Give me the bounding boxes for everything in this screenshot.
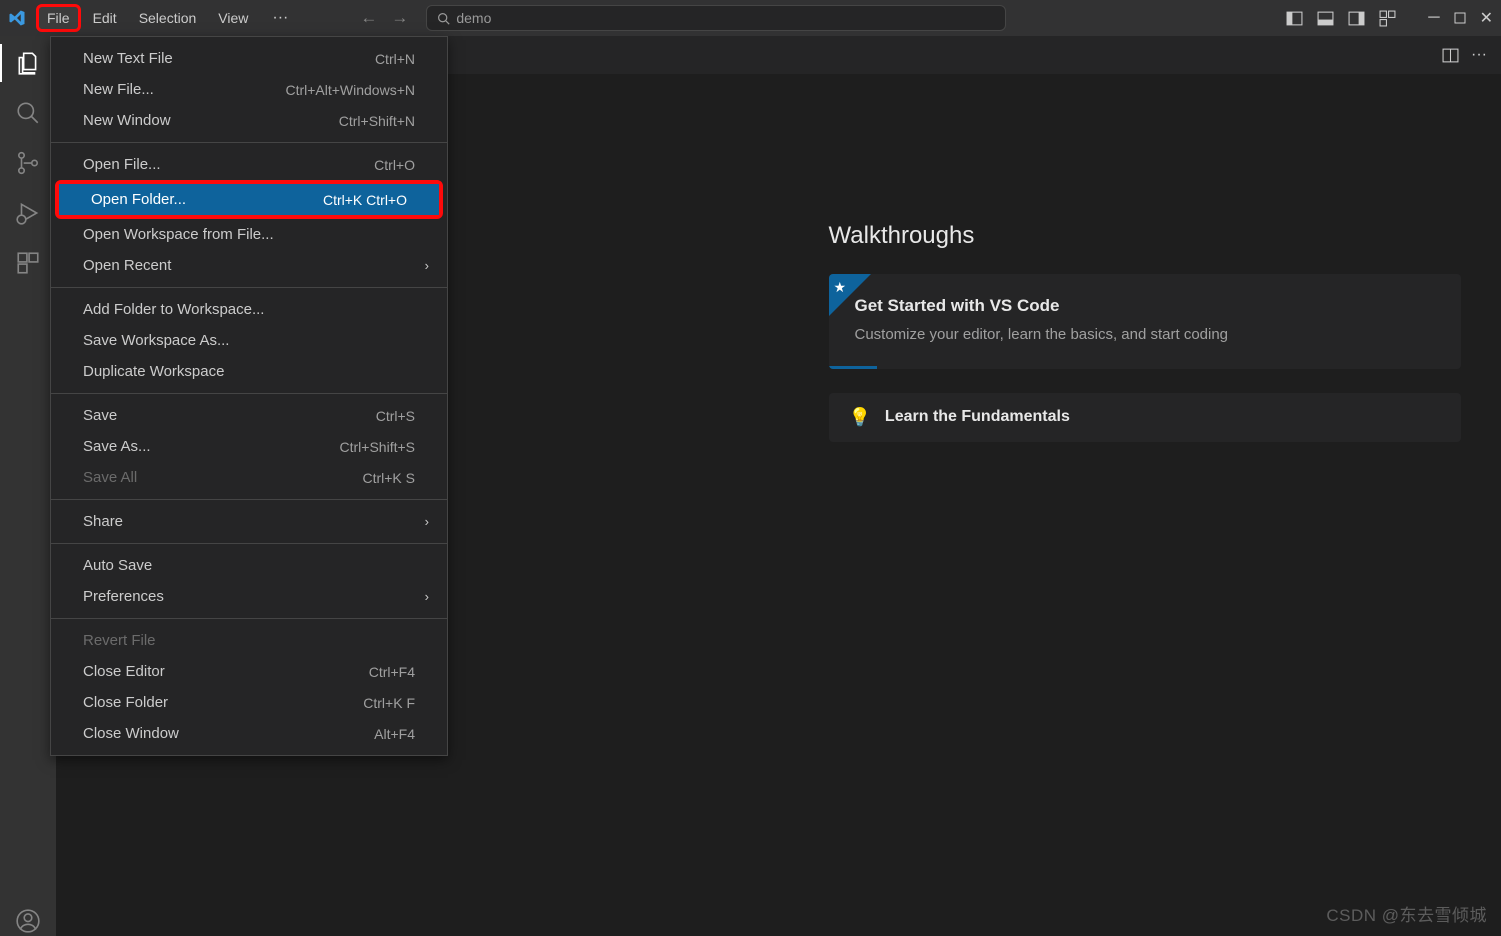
walkthrough-get-started[interactable]: ★ Get Started with VS Code Customize you… (829, 274, 1462, 369)
file-menu-dropdown: New Text FileCtrl+N New File...Ctrl+Alt+… (50, 36, 448, 756)
menu-close-window[interactable]: Close WindowAlt+F4 (51, 718, 447, 749)
walkthrough-fundamentals-label: Learn the Fundamentals (885, 408, 1070, 426)
activity-explorer-icon[interactable] (13, 48, 43, 78)
window-maximize-icon[interactable] (1454, 12, 1466, 24)
menu-save[interactable]: SaveCtrl+S (51, 400, 447, 431)
walkthrough-title: Get Started with VS Code (855, 296, 1436, 316)
window-controls: ─ ✕ (1286, 8, 1493, 28)
walkthrough-progress (829, 366, 877, 369)
titlebar: File Edit Selection View ··· ← → demo ─ … (0, 0, 1501, 36)
menu-auto-save[interactable]: Auto Save (51, 550, 447, 581)
menu-open-folder[interactable]: Open Folder...Ctrl+K Ctrl+O (59, 184, 439, 215)
menu-edit[interactable]: Edit (83, 4, 127, 32)
more-actions-icon[interactable]: ··· (1471, 46, 1487, 64)
walkthrough-fundamentals[interactable]: 💡 Learn the Fundamentals (829, 393, 1462, 442)
menu-share[interactable]: Share› (51, 506, 447, 537)
window-close-icon[interactable]: ✕ (1480, 8, 1493, 28)
menu-save-workspace[interactable]: Save Workspace As... (51, 325, 447, 356)
menu-dup-workspace[interactable]: Duplicate Workspace (51, 356, 447, 387)
menu-open-recent[interactable]: Open Recent› (51, 250, 447, 281)
activity-bar (0, 36, 56, 936)
walkthrough-desc: Customize your editor, learn the basics,… (855, 324, 1436, 347)
menu-close-editor[interactable]: Close EditorCtrl+F4 (51, 656, 447, 687)
activity-account-icon[interactable] (13, 906, 43, 936)
layout-customize-icon[interactable] (1379, 10, 1396, 27)
menu-separator (51, 618, 447, 619)
menu-close-folder[interactable]: Close FolderCtrl+K F (51, 687, 447, 718)
layout-panel-icon[interactable] (1317, 10, 1334, 27)
layout-sidebar-left-icon[interactable] (1286, 10, 1303, 27)
activity-debug-icon[interactable] (13, 198, 43, 228)
menu-separator (51, 287, 447, 288)
menu-separator (51, 142, 447, 143)
menu-new-text-file[interactable]: New Text FileCtrl+N (51, 43, 447, 74)
menu-new-window[interactable]: New WindowCtrl+Shift+N (51, 105, 447, 136)
menu-save-as[interactable]: Save As...Ctrl+Shift+S (51, 431, 447, 462)
nav-forward-icon[interactable]: → (391, 8, 408, 28)
menu-selection[interactable]: Selection (129, 4, 207, 32)
search-icon (437, 12, 450, 25)
activity-extensions-icon[interactable] (13, 248, 43, 278)
menu-revert[interactable]: Revert File (51, 625, 447, 656)
menu-separator (51, 393, 447, 394)
watermark: CSDN @东去雪倾城 (1326, 901, 1487, 926)
menu-view[interactable]: View (208, 4, 258, 32)
star-icon: ★ (834, 279, 847, 296)
menu-separator (51, 499, 447, 500)
menubar: File Edit Selection View ··· (36, 3, 300, 33)
nav-back-icon[interactable]: ← (360, 8, 377, 28)
layout-sidebar-right-icon[interactable] (1348, 10, 1365, 27)
split-editor-icon[interactable] (1442, 47, 1459, 64)
lightbulb-icon: 💡 (849, 407, 871, 428)
menu-open-file[interactable]: Open File...Ctrl+O (51, 149, 447, 180)
chevron-right-icon: › (425, 589, 429, 604)
nav-arrows: ← → (360, 8, 408, 28)
menu-save-all[interactable]: Save AllCtrl+K S (51, 462, 447, 493)
menu-more-icon[interactable]: ··· (260, 3, 300, 33)
command-center-text: demo (456, 10, 491, 26)
menu-preferences[interactable]: Preferences› (51, 581, 447, 612)
window-minimize-icon[interactable]: ─ (1428, 9, 1439, 27)
command-center[interactable]: demo (426, 5, 1006, 31)
activity-scm-icon[interactable] (13, 148, 43, 178)
vscode-logo-icon (8, 9, 26, 27)
activity-search-icon[interactable] (13, 98, 43, 128)
menu-file[interactable]: File (36, 4, 81, 32)
chevron-right-icon: › (425, 258, 429, 273)
menu-open-workspace[interactable]: Open Workspace from File... (51, 219, 447, 250)
chevron-right-icon: › (425, 514, 429, 529)
menu-separator (51, 543, 447, 544)
walkthroughs-heading: Walkthroughs (829, 222, 1462, 250)
menu-add-folder[interactable]: Add Folder to Workspace... (51, 294, 447, 325)
menu-new-file[interactable]: New File...Ctrl+Alt+Windows+N (51, 74, 447, 105)
